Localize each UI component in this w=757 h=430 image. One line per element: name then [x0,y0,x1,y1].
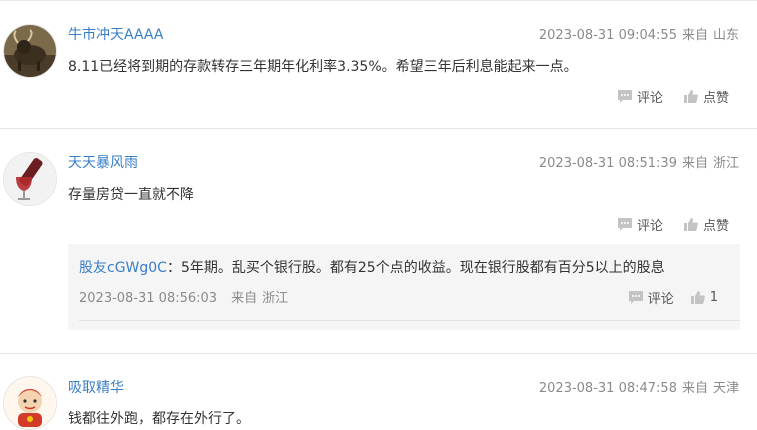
comment-meta: 2023-08-31 08:51:39 来自 浙江 [539,152,739,171]
location: 浙江 [712,156,739,171]
like-button[interactable]: 点赞 [683,87,729,106]
reply-like-count: 1 [709,290,718,305]
comment-meta: 2023-08-31 09:04:55 来自 山东 [539,24,739,43]
comment-meta: 2023-08-31 08:47:58 来自 天津 [539,377,739,396]
comment-actions: 评论 点赞 [617,87,729,106]
timestamp: 2023-08-31 08:47:58 [538,381,677,396]
reply-actions: 评论 1 [628,288,718,307]
reply-meta: 2023-08-31 08:56:03 来自 浙江 [79,287,288,306]
comment-text: 存量房贷一直就不降 [68,187,194,203]
avatar[interactable] [3,376,57,430]
from-label: 来自 [681,28,708,43]
thumbs-up-icon [683,218,698,231]
like-button-label: 点赞 [702,219,729,234]
like-button[interactable]: 点赞 [683,215,729,234]
username[interactable]: 牛市冲天AAAA [68,24,163,44]
cartoon-figure-avatar-icon [4,377,56,429]
username[interactable]: 吸取精华 [68,377,124,397]
bull-avatar-icon [4,25,56,77]
reply-comment-button[interactable]: 评论 [628,288,674,307]
username[interactable]: 天天暴风雨 [68,152,138,172]
comment-bubble-icon [628,291,643,304]
reply-username[interactable]: 股友cGWg0C [79,260,167,276]
wine-glass-avatar-icon [4,153,56,205]
reply-timestamp: 2023-08-31 08:56:03 [79,291,218,306]
thumbs-up-icon [690,291,705,304]
timestamp: 2023-08-31 08:51:39 [538,156,677,171]
from-label: 来自 [681,156,708,171]
comment-text: 钱都往外跑，都存在外行了。 [68,411,250,427]
comment-button[interactable]: 评论 [617,215,663,234]
reply-location: 浙江 [262,291,289,306]
thumbs-up-icon [683,90,698,103]
reply-like-button[interactable]: 1 [690,290,718,305]
comment-bubble-icon [617,90,632,103]
reply-text-line: 股友cGWg0C：5年期。乱买个银行股。都有25个点的收益。现在银行股都有百分5… [79,257,665,277]
reply-box: 股友cGWg0C：5年期。乱买个银行股。都有25个点的收益。现在银行股都有百分5… [68,244,740,330]
comment-text: 8.11已经将到期的存款转存三年期年化利率3.35%。希望三年后利息能起来一点。 [68,59,578,75]
comment-divider [0,353,757,354]
avatar[interactable] [3,24,57,78]
comment-actions: 评论 点赞 [617,215,729,234]
comment-button-label: 评论 [636,219,663,234]
avatar[interactable] [3,152,57,206]
like-button-label: 点赞 [702,91,729,106]
comment-bubble-icon [617,218,632,231]
comment-divider [0,128,757,129]
reply-from-label: 来自 [231,291,258,306]
reply-divider [79,320,740,321]
comment-button-label: 评论 [636,91,663,106]
comment-button[interactable]: 评论 [617,87,663,106]
reply-separator: ： [166,260,181,276]
reply-comment-label: 评论 [647,292,674,307]
from-label: 来自 [681,381,708,396]
timestamp: 2023-08-31 09:04:55 [538,28,677,43]
top-divider [0,0,757,1]
location: 天津 [712,381,739,396]
reply-text: 5年期。乱买个银行股。都有25个点的收益。现在银行股都有百分5以上的股息 [180,260,665,276]
location: 山东 [712,28,739,43]
